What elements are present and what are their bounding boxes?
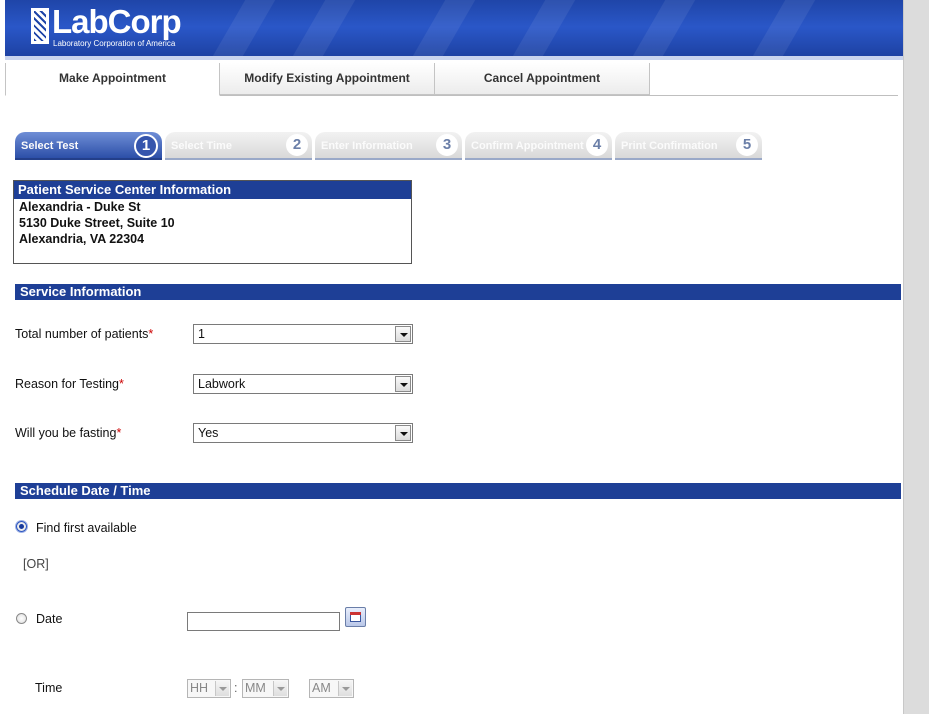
tab-modify-appointment[interactable]: Modify Existing Appointment [219,63,435,95]
first-available-radio[interactable] [16,521,27,532]
patients-label: Total number of patients* [15,327,153,341]
date-input[interactable] [187,612,340,631]
page-header: LabCorp Laboratory Corporation of Americ… [5,0,903,60]
time-separator: : [234,681,238,695]
step-label: Select Test [21,140,79,152]
tab-label: Cancel Appointment [483,71,601,85]
step-print-confirmation: Print Confirmation 5 [615,132,762,160]
step-confirm-appointment: Confirm Appointment 4 [465,132,612,160]
tab-label: Make Appointment [59,71,166,85]
step-number: 4 [586,134,608,156]
labcorp-logo-icon [31,8,49,44]
tab-label: Modify Existing Appointment [244,71,410,85]
psc-street: 5130 Duke Street, Suite 10 [19,216,175,230]
step-select-test: Select Test 1 [15,132,162,160]
chevron-down-icon[interactable] [395,376,411,392]
minute-placeholder: MM [245,681,266,695]
chevron-down-icon[interactable] [395,326,411,342]
step-enter-information: Enter Information 3 [315,132,462,160]
patients-value: 1 [198,327,205,341]
psc-title: Patient Service Center Information [14,181,411,199]
patients-label-text: Total number of patients [15,327,149,341]
chevron-down-icon[interactable] [273,681,287,696]
service-information-header: Service Information [15,284,901,300]
tab-cancel-appointment[interactable]: Cancel Appointment [434,63,650,95]
step-label: Enter Information [321,140,413,152]
fasting-label: Will you be fasting* [15,426,121,440]
step-number: 1 [134,134,158,158]
fasting-value: Yes [198,426,219,440]
psc-name: Alexandria - Duke St [19,200,141,214]
ampm-select[interactable]: AM [309,679,354,698]
step-label: Confirm Appointment [471,140,584,152]
fasting-label-text: Will you be fasting [15,426,117,440]
chevron-down-icon[interactable] [215,681,229,696]
schedule-header: Schedule Date / Time [15,483,901,499]
step-number: 5 [736,134,758,156]
patient-service-center-box: Patient Service Center Information Alexa… [13,180,412,264]
psc-city: Alexandria, VA 22304 [19,232,145,246]
ampm-value: AM [312,681,331,695]
step-label: Print Confirmation [621,140,718,152]
date-radio[interactable] [16,613,27,624]
step-number: 3 [436,134,458,156]
logo-subtitle: Laboratory Corporation of America [53,39,176,48]
first-available-label[interactable]: Find first available [36,521,137,535]
reason-select[interactable]: Labwork [193,374,413,394]
time-label: Time [35,681,63,695]
step-number: 2 [286,134,308,156]
step-select-time: Select Time 2 [165,132,312,160]
labcorp-logo[interactable]: LabCorp Laboratory Corporation of Americ… [31,3,182,48]
reason-label: Reason for Testing* [15,377,124,391]
scrollbar[interactable] [903,0,929,714]
or-separator: [OR] [23,557,49,571]
appointment-tabs: Make Appointment Modify Existing Appoint… [5,63,898,96]
calendar-icon[interactable] [345,607,366,627]
logo-text: LabCorp [52,3,182,40]
tab-make-appointment[interactable]: Make Appointment [5,63,220,96]
patients-select[interactable]: 1 [193,324,413,344]
reason-value: Labwork [198,377,246,391]
minute-select[interactable]: MM [242,679,289,698]
hour-placeholder: HH [190,681,209,695]
date-label[interactable]: Date [36,612,62,626]
required-mark: * [116,426,122,440]
hour-select[interactable]: HH [187,679,231,698]
chevron-down-icon[interactable] [338,681,352,696]
fasting-select[interactable]: Yes [193,423,413,443]
required-mark: * [119,377,124,391]
required-mark: * [148,327,154,341]
step-label: Select Time [171,140,232,152]
chevron-down-icon[interactable] [395,425,411,441]
reason-label-text: Reason for Testing [15,377,119,391]
